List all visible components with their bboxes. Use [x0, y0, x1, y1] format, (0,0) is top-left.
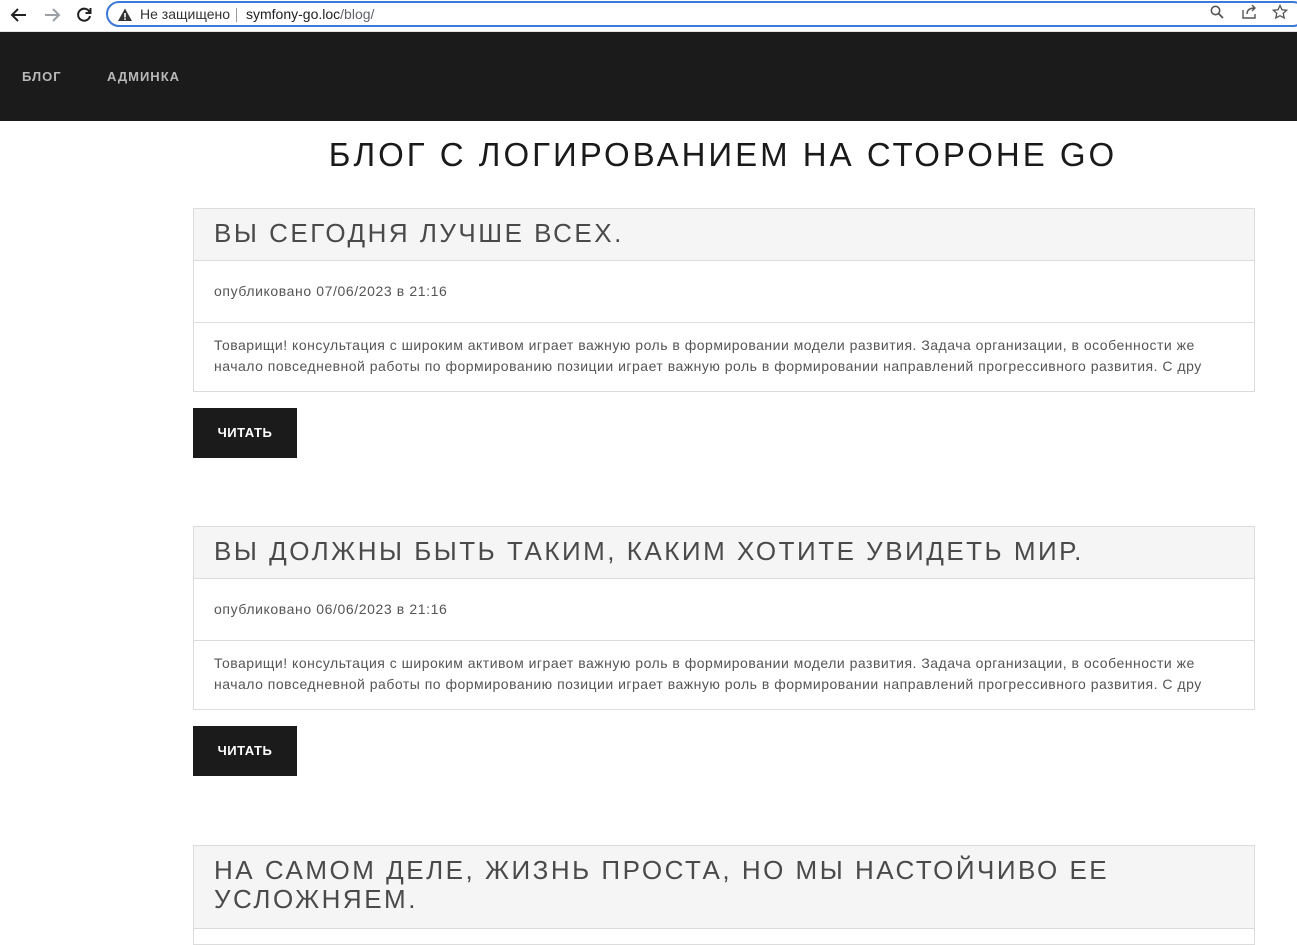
post-title: ВЫ СЕГОДНЯ ЛУЧШЕ ВСЕХ.	[194, 209, 1254, 261]
url-path: /blog/	[340, 6, 375, 22]
nav-item-blog[interactable]: БЛОГ	[22, 69, 62, 84]
arrow-right-icon	[45, 8, 61, 22]
star-icon	[1272, 4, 1288, 20]
post-card: ВЫ СЕГОДНЯ ЛУЧШЕ ВСЕХ. опубликовано 07/0…	[193, 208, 1255, 392]
post-item: ВЫ СЕГОДНЯ ЛУЧШЕ ВСЕХ. опубликовано 07/0…	[193, 208, 1255, 458]
share-icon	[1242, 4, 1256, 19]
share-button[interactable]	[1240, 3, 1258, 21]
nav-item-admin[interactable]: АДМИНКА	[107, 69, 180, 84]
post-title: НА САМОМ ДЕЛЕ, ЖИЗНЬ ПРОСТА, НО МЫ НАСТО…	[194, 846, 1254, 929]
post-title: ВЫ ДОЛЖНЫ БЫТЬ ТАКИМ, КАКИМ ХОТИТЕ УВИДЕ…	[194, 527, 1254, 579]
post-excerpt: Товарищи! консультация с широким активом…	[214, 655, 1202, 692]
address-divider	[236, 8, 237, 22]
address-bar[interactable]: Не защищено symfony-go.loc/blog/	[106, 1, 1297, 27]
post-item: ВЫ ДОЛЖНЫ БЫТЬ ТАКИМ, КАКИМ ХОТИТЕ УВИДЕ…	[193, 526, 1255, 776]
page-title: БЛОГ С ЛОГИРОВАНИЕМ НА СТОРОНЕ GO	[328, 136, 1118, 173]
read-button[interactable]: ЧИТАТЬ	[193, 408, 297, 458]
search-icon	[1210, 5, 1224, 19]
search-in-page-button[interactable]	[1208, 3, 1226, 21]
bookmark-button[interactable]	[1271, 3, 1289, 21]
reload-icon	[77, 7, 92, 22]
site-header: БЛОГ АДМИНКА	[0, 32, 1297, 121]
post-item: НА САМОМ ДЕЛЕ, ЖИЗНЬ ПРОСТА, НО МЫ НАСТО…	[193, 845, 1255, 945]
forward-button[interactable]	[40, 3, 64, 27]
post-card: ВЫ ДОЛЖНЫ БЫТЬ ТАКИМ, КАКИМ ХОТИТЕ УВИДЕ…	[193, 526, 1255, 710]
url-host: symfony-go.loc	[246, 6, 341, 22]
arrow-left-icon	[10, 8, 26, 22]
security-status[interactable]: Не защищено	[140, 6, 230, 23]
browser-toolbar: Не защищено symfony-go.loc/blog/	[0, 0, 1297, 32]
url-text[interactable]: symfony-go.loc/blog/	[246, 6, 374, 23]
post-meta: опубликовано 06/06/2023 в 21:16	[194, 579, 1254, 641]
reload-button[interactable]	[72, 3, 96, 27]
post-meta: опубликовано 07/06/2023 в 21:16	[194, 261, 1254, 323]
post-excerpt: Товарищи! консультация с широким активом…	[214, 337, 1202, 374]
read-button[interactable]: ЧИТАТЬ	[193, 726, 297, 776]
post-card: НА САМОМ ДЕЛЕ, ЖИЗНЬ ПРОСТА, НО МЫ НАСТО…	[193, 845, 1255, 945]
warning-icon	[118, 8, 132, 21]
back-button[interactable]	[7, 3, 31, 27]
